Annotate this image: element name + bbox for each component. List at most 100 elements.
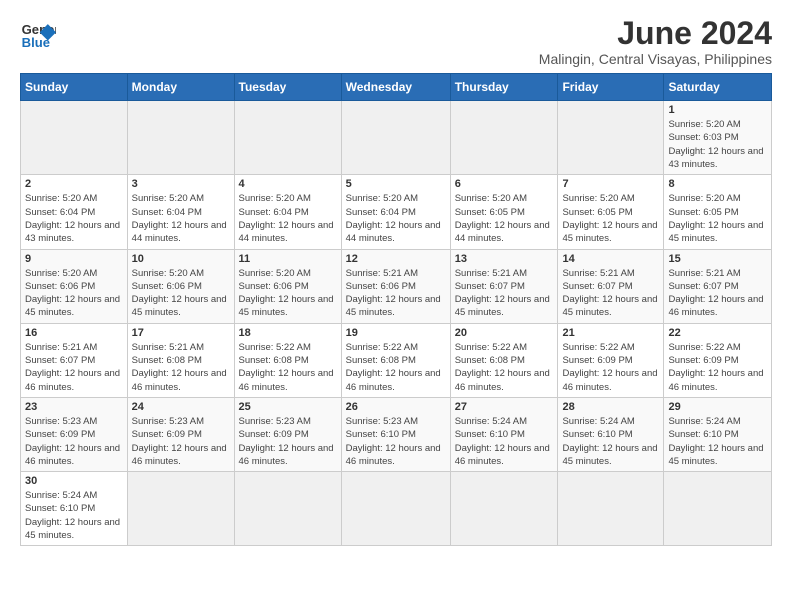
calendar-cell bbox=[558, 101, 664, 175]
calendar-cell bbox=[127, 101, 234, 175]
day-number: 16 bbox=[25, 327, 123, 339]
day-info: Sunrise: 5:21 AMSunset: 6:07 PMDaylight:… bbox=[455, 267, 554, 320]
day-number: 11 bbox=[239, 253, 337, 265]
day-number: 25 bbox=[239, 401, 337, 413]
calendar-cell: 23 Sunrise: 5:23 AMSunset: 6:09 PMDayligh… bbox=[21, 397, 128, 471]
day-number: 15 bbox=[668, 253, 767, 265]
calendar-week-6: 30 Sunrise: 5:24 AMSunset: 6:10 PMDayligh… bbox=[21, 472, 772, 546]
day-info: Sunrise: 5:20 AMSunset: 6:03 PMDaylight:… bbox=[668, 118, 767, 171]
header-friday: Friday bbox=[558, 74, 664, 101]
day-info: Sunrise: 5:20 AMSunset: 6:04 PMDaylight:… bbox=[25, 192, 123, 245]
calendar-cell: 1 Sunrise: 5:20 AMSunset: 6:03 PMDaylight… bbox=[664, 101, 772, 175]
day-info: Sunrise: 5:23 AMSunset: 6:09 PMDaylight:… bbox=[239, 415, 337, 468]
day-info: Sunrise: 5:21 AMSunset: 6:07 PMDaylight:… bbox=[668, 267, 767, 320]
calendar-header: SundayMondayTuesdayWednesdayThursdayFrid… bbox=[21, 74, 772, 101]
day-number: 26 bbox=[346, 401, 446, 413]
calendar-cell bbox=[450, 101, 558, 175]
calendar-cell: 2Sunrise: 5:20 AMSunset: 6:04 PMDaylight… bbox=[21, 175, 128, 249]
calendar-cell: 25 Sunrise: 5:23 AMSunset: 6:09 PMDayligh… bbox=[234, 397, 341, 471]
day-info: Sunrise: 5:21 AMSunset: 6:07 PMDaylight:… bbox=[562, 267, 659, 320]
day-number: 1 bbox=[668, 104, 767, 116]
page-header: General Blue June 2024 Malingin, Central… bbox=[20, 16, 772, 67]
day-info: Sunrise: 5:23 AMSunset: 6:09 PMDaylight:… bbox=[25, 415, 123, 468]
day-number: 13 bbox=[455, 253, 554, 265]
calendar-cell: 13 Sunrise: 5:21 AMSunset: 6:07 PMDayligh… bbox=[450, 249, 558, 323]
day-info: Sunrise: 5:21 AMSunset: 6:06 PMDaylight:… bbox=[346, 267, 446, 320]
header-tuesday: Tuesday bbox=[234, 74, 341, 101]
day-info: Sunrise: 5:23 AMSunset: 6:10 PMDaylight:… bbox=[346, 415, 446, 468]
day-number: 4 bbox=[239, 178, 337, 190]
day-info: Sunrise: 5:23 AMSunset: 6:09 PMDaylight:… bbox=[132, 415, 230, 468]
calendar-week-3: 9 Sunrise: 5:20 AMSunset: 6:06 PMDaylight… bbox=[21, 249, 772, 323]
calendar-cell: 9 Sunrise: 5:20 AMSunset: 6:06 PMDaylight… bbox=[21, 249, 128, 323]
day-number: 22 bbox=[668, 327, 767, 339]
day-info: Sunrise: 5:20 AMSunset: 6:05 PMDaylight:… bbox=[455, 192, 554, 245]
calendar-cell: 7Sunrise: 5:20 AMSunset: 6:05 PMDaylight… bbox=[558, 175, 664, 249]
calendar-cell: 26 Sunrise: 5:23 AMSunset: 6:10 PMDayligh… bbox=[341, 397, 450, 471]
calendar-cell: 27 Sunrise: 5:24 AMSunset: 6:10 PMDayligh… bbox=[450, 397, 558, 471]
calendar-cell: 28Sunrise: 5:24 AMSunset: 6:10 PMDayligh… bbox=[558, 397, 664, 471]
day-number: 14 bbox=[562, 253, 659, 265]
calendar-cell bbox=[558, 472, 664, 546]
calendar-cell bbox=[341, 472, 450, 546]
day-info: Sunrise: 5:24 AMSunset: 6:10 PMDaylight:… bbox=[455, 415, 554, 468]
calendar-week-1: 1 Sunrise: 5:20 AMSunset: 6:03 PMDaylight… bbox=[21, 101, 772, 175]
calendar-cell: 15 Sunrise: 5:21 AMSunset: 6:07 PMDayligh… bbox=[664, 249, 772, 323]
month-title: June 2024 bbox=[539, 16, 772, 51]
day-number: 21 bbox=[562, 327, 659, 339]
day-info: Sunrise: 5:20 AMSunset: 6:05 PMDaylight:… bbox=[668, 192, 767, 245]
day-number: 24 bbox=[132, 401, 230, 413]
logo-icon: General Blue bbox=[20, 16, 56, 52]
header-sunday: Sunday bbox=[21, 74, 128, 101]
calendar-cell: 3 Sunrise: 5:20 AMSunset: 6:04 PMDaylight… bbox=[127, 175, 234, 249]
calendar-cell: 14 Sunrise: 5:21 AMSunset: 6:07 PMDayligh… bbox=[558, 249, 664, 323]
day-info: Sunrise: 5:21 AMSunset: 6:08 PMDaylight:… bbox=[132, 341, 230, 394]
calendar-cell: 8 Sunrise: 5:20 AMSunset: 6:05 PMDaylight… bbox=[664, 175, 772, 249]
day-number: 23 bbox=[25, 401, 123, 413]
location-subtitle: Malingin, Central Visayas, Philippines bbox=[539, 51, 772, 67]
day-info: Sunrise: 5:24 AMSunset: 6:10 PMDaylight:… bbox=[25, 489, 123, 542]
day-info: Sunrise: 5:20 AMSunset: 6:06 PMDaylight:… bbox=[132, 267, 230, 320]
calendar-cell: 29Sunrise: 5:24 AMSunset: 6:10 PMDayligh… bbox=[664, 397, 772, 471]
title-area: June 2024 Malingin, Central Visayas, Phi… bbox=[539, 16, 772, 67]
header-saturday: Saturday bbox=[664, 74, 772, 101]
calendar-cell: 5Sunrise: 5:20 AMSunset: 6:04 PMDaylight… bbox=[341, 175, 450, 249]
calendar-cell: 22Sunrise: 5:22 AMSunset: 6:09 PMDayligh… bbox=[664, 323, 772, 397]
day-number: 20 bbox=[455, 327, 554, 339]
calendar-cell bbox=[234, 101, 341, 175]
header-thursday: Thursday bbox=[450, 74, 558, 101]
day-number: 3 bbox=[132, 178, 230, 190]
calendar-week-5: 23 Sunrise: 5:23 AMSunset: 6:09 PMDayligh… bbox=[21, 397, 772, 471]
calendar-cell bbox=[21, 101, 128, 175]
day-number: 18 bbox=[239, 327, 337, 339]
calendar-cell bbox=[234, 472, 341, 546]
calendar-cell: 11Sunrise: 5:20 AMSunset: 6:06 PMDayligh… bbox=[234, 249, 341, 323]
day-info: Sunrise: 5:20 AMSunset: 6:04 PMDaylight:… bbox=[239, 192, 337, 245]
day-number: 27 bbox=[455, 401, 554, 413]
day-number: 8 bbox=[668, 178, 767, 190]
calendar-week-4: 16Sunrise: 5:21 AMSunset: 6:07 PMDayligh… bbox=[21, 323, 772, 397]
calendar-cell: 18Sunrise: 5:22 AMSunset: 6:08 PMDayligh… bbox=[234, 323, 341, 397]
day-number: 17 bbox=[132, 327, 230, 339]
calendar-week-2: 2Sunrise: 5:20 AMSunset: 6:04 PMDaylight… bbox=[21, 175, 772, 249]
calendar-cell: 6Sunrise: 5:20 AMSunset: 6:05 PMDaylight… bbox=[450, 175, 558, 249]
calendar-cell bbox=[664, 472, 772, 546]
calendar-cell: 16Sunrise: 5:21 AMSunset: 6:07 PMDayligh… bbox=[21, 323, 128, 397]
header-monday: Monday bbox=[127, 74, 234, 101]
day-info: Sunrise: 5:20 AMSunset: 6:05 PMDaylight:… bbox=[562, 192, 659, 245]
calendar-body: 1 Sunrise: 5:20 AMSunset: 6:03 PMDaylight… bbox=[21, 101, 772, 546]
day-info: Sunrise: 5:22 AMSunset: 6:08 PMDaylight:… bbox=[455, 341, 554, 394]
day-info: Sunrise: 5:20 AMSunset: 6:06 PMDaylight:… bbox=[25, 267, 123, 320]
day-info: Sunrise: 5:24 AMSunset: 6:10 PMDaylight:… bbox=[668, 415, 767, 468]
calendar-cell: 30 Sunrise: 5:24 AMSunset: 6:10 PMDayligh… bbox=[21, 472, 128, 546]
calendar-cell: 12Sunrise: 5:21 AMSunset: 6:06 PMDayligh… bbox=[341, 249, 450, 323]
day-number: 9 bbox=[25, 253, 123, 265]
calendar-table: SundayMondayTuesdayWednesdayThursdayFrid… bbox=[20, 73, 772, 546]
day-number: 10 bbox=[132, 253, 230, 265]
day-info: Sunrise: 5:20 AMSunset: 6:04 PMDaylight:… bbox=[132, 192, 230, 245]
day-number: 5 bbox=[346, 178, 446, 190]
day-number: 30 bbox=[25, 475, 123, 487]
calendar-cell bbox=[450, 472, 558, 546]
calendar-cell: 10 Sunrise: 5:20 AMSunset: 6:06 PMDayligh… bbox=[127, 249, 234, 323]
calendar-cell: 21Sunrise: 5:22 AMSunset: 6:09 PMDayligh… bbox=[558, 323, 664, 397]
